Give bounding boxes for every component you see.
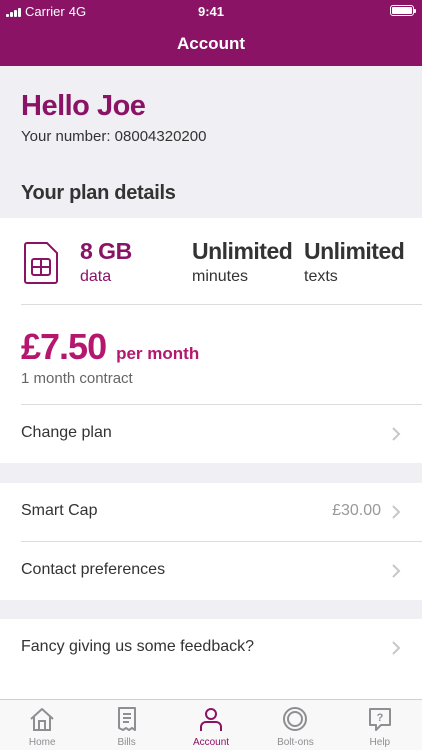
home-icon — [30, 708, 54, 731]
battery-icon — [390, 5, 416, 16]
price-period: per month — [116, 344, 200, 363]
page-title: Account — [177, 34, 245, 53]
tab-label: Bolt-ons — [277, 737, 314, 748]
texts-allowance: Unlimited texts — [304, 238, 405, 286]
tab-account[interactable]: Account — [169, 700, 253, 750]
data-label: data — [80, 268, 112, 285]
smart-cap-label: Smart Cap — [21, 502, 98, 519]
tab-label: Bills — [117, 737, 136, 748]
monthly-price: £7.50 — [21, 326, 107, 367]
minutes-amount: Unlimited — [192, 238, 293, 264]
chevron-right-icon — [392, 505, 401, 519]
sim-card-icon — [24, 242, 58, 284]
contact-preferences-row[interactable]: Contact preferences — [0, 542, 422, 600]
chevron-right-icon — [392, 564, 401, 578]
svg-text:?: ? — [376, 712, 383, 724]
price-row: £7.50 per month — [21, 326, 199, 368]
account-icon — [200, 708, 223, 731]
change-plan-label: Change plan — [21, 424, 112, 441]
contract-length: 1 month contract — [21, 370, 133, 387]
phone-number: Your number: 08004320200 — [21, 128, 207, 145]
greeting-section: Hello Joe Your number: 08004320200 Your … — [0, 66, 422, 218]
tab-label: Home — [28, 737, 56, 748]
data-amount: 8 GB — [80, 238, 132, 264]
minutes-label: minutes — [192, 268, 249, 285]
texts-amount: Unlimited — [304, 238, 405, 264]
status-bar: Carrier 4G 9:41 — [0, 0, 422, 22]
status-time: 9:41 — [197, 4, 225, 19]
minutes-allowance: Unlimited minutes — [192, 238, 293, 286]
chevron-right-icon — [392, 427, 401, 441]
nav-bar: Account — [0, 22, 422, 66]
tab-help[interactable]: ? Help — [338, 700, 422, 750]
bolt-ons-icon — [283, 707, 308, 731]
feedback-row[interactable]: Fancy giving us some feedback? — [0, 619, 422, 677]
tab-home[interactable]: Home — [0, 700, 84, 750]
settings-card: Smart Cap £30.00 Contact preferences — [0, 483, 422, 600]
feedback-label: Fancy giving us some feedback? — [21, 638, 255, 655]
plan-section-title: Your plan details — [21, 182, 176, 204]
plan-card: 8 GB data Unlimited minutes Unlimited te… — [0, 218, 422, 463]
contact-preferences-label: Contact preferences — [21, 561, 166, 578]
smart-cap-value: £30.00 — [332, 502, 381, 519]
help-icon: ? — [368, 708, 391, 731]
feedback-card: Fancy giving us some feedback? — [0, 619, 422, 699]
tab-label: Help — [369, 737, 391, 748]
smart-cap-row[interactable]: Smart Cap £30.00 — [0, 483, 422, 541]
change-plan-row[interactable]: Change plan — [0, 405, 422, 463]
chevron-right-icon — [392, 641, 401, 655]
tab-bar: Home Bills Account Bolt-ons ? Help — [0, 699, 422, 750]
data-allowance: 8 GB data — [80, 238, 132, 286]
tab-bills[interactable]: Bills — [84, 700, 168, 750]
divider — [21, 304, 422, 305]
tab-label: Account — [192, 737, 230, 748]
bills-icon — [117, 707, 136, 731]
tab-bolt-ons[interactable]: Bolt-ons — [253, 700, 337, 750]
texts-label: texts — [304, 268, 338, 285]
greeting-heading: Hello Joe — [21, 90, 146, 122]
